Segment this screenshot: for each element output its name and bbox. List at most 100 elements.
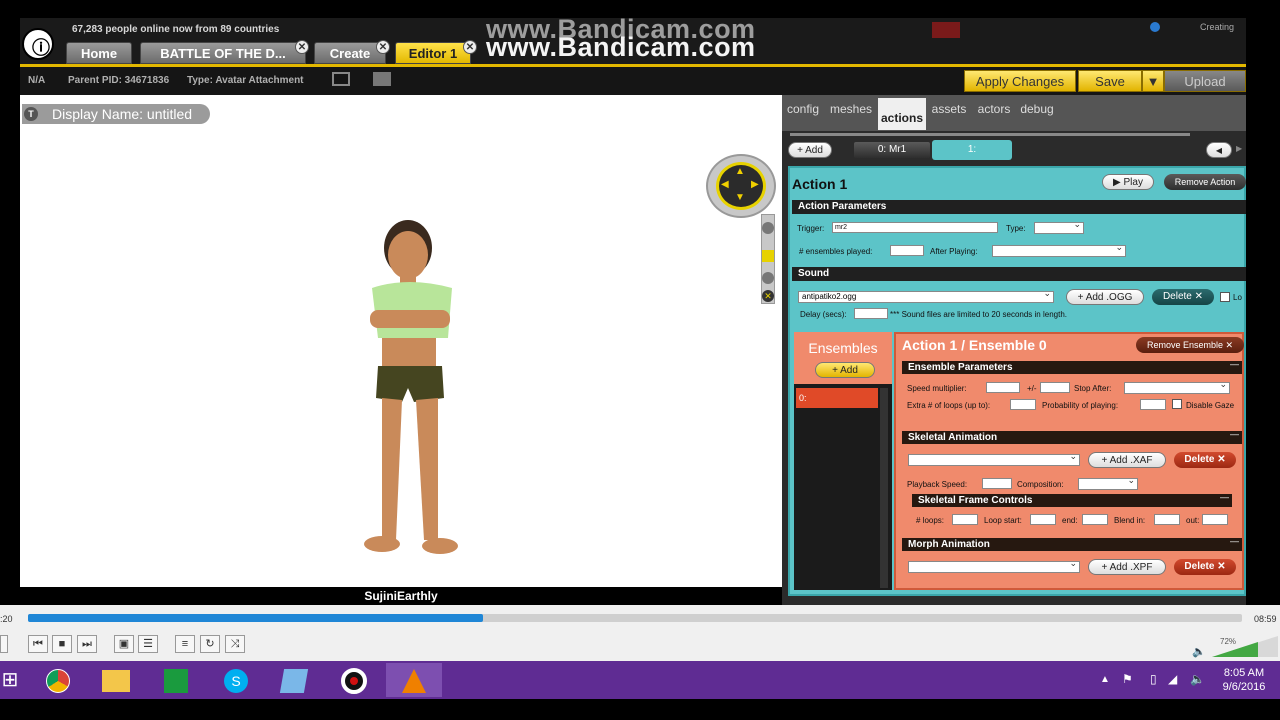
- camera-nav-control[interactable]: ▲ ▼ ◀ ▶ ✕: [706, 154, 776, 304]
- out-input[interactable]: [1202, 514, 1228, 525]
- volume-slider[interactable]: [1212, 636, 1278, 658]
- xpf-select[interactable]: [908, 558, 1080, 573]
- equalizer-icon[interactable]: ☰: [138, 635, 158, 653]
- action-tab-0[interactable]: 0: Mr1: [854, 142, 930, 158]
- collapse-icon[interactable]: —: [1220, 492, 1229, 502]
- collapse-icon[interactable]: —: [1230, 536, 1239, 546]
- collapse-icon[interactable]: —: [1230, 359, 1239, 369]
- add-action-button[interactable]: + Add: [788, 142, 832, 158]
- arrow-right-icon[interactable]: ▶: [751, 179, 759, 190]
- zoom-slider[interactable]: [762, 250, 774, 262]
- avatar-thumb[interactable]: [932, 22, 960, 38]
- previous-icon[interactable]: ⏮: [28, 635, 48, 653]
- loop-checkbox[interactable]: [1220, 292, 1230, 302]
- apply-changes-button[interactable]: Apply Changes: [964, 70, 1076, 92]
- zoom-out-icon[interactable]: [762, 272, 774, 284]
- tab-editor[interactable]: Editor 1: [395, 42, 471, 64]
- close-icon[interactable]: ✕: [295, 40, 309, 54]
- probability-input[interactable]: [1140, 399, 1166, 410]
- close-icon[interactable]: ✕: [463, 40, 477, 54]
- file-explorer-icon[interactable]: [88, 663, 144, 697]
- tab-home[interactable]: Home: [66, 42, 132, 64]
- reset-icon[interactable]: ✕: [762, 290, 774, 302]
- system-clock[interactable]: 8:05 AM 9/6/2016: [1214, 666, 1274, 694]
- loop-start-input[interactable]: [1030, 514, 1056, 525]
- after-playing-select[interactable]: [992, 242, 1126, 257]
- tab-actors[interactable]: actors: [974, 100, 1014, 126]
- plus-icon: +: [797, 145, 806, 156]
- remove-ensemble-button[interactable]: Remove Ensemble ✕: [1136, 337, 1244, 353]
- tab-debug[interactable]: debug: [1017, 100, 1057, 126]
- ensemble-item-0[interactable]: 0:: [796, 388, 878, 408]
- scroll-right-icon[interactable]: ▶: [1236, 144, 1242, 153]
- blend-in-input[interactable]: [1154, 514, 1180, 525]
- playlist-icon[interactable]: ≡: [175, 635, 195, 653]
- loops-input[interactable]: [952, 514, 978, 525]
- app-logo[interactable]: ⓘ: [22, 28, 54, 60]
- save-dropdown-icon[interactable]: ▼: [1142, 70, 1164, 92]
- stop-after-select[interactable]: [1124, 379, 1230, 394]
- skype-icon[interactable]: S: [208, 663, 264, 697]
- app-icon[interactable]: [266, 663, 322, 697]
- chrome-icon[interactable]: [30, 663, 86, 697]
- tab-config[interactable]: config: [784, 100, 822, 126]
- vlc-icon[interactable]: [386, 663, 442, 697]
- type-select[interactable]: [1034, 219, 1084, 234]
- flag-icon[interactable]: ⚑: [1122, 672, 1133, 686]
- panel-scrollbar[interactable]: [790, 133, 1190, 136]
- speaker-icon[interactable]: 🔈: [1192, 645, 1206, 658]
- collapse-icon[interactable]: —: [1230, 429, 1239, 439]
- battery-icon[interactable]: ▯: [1150, 672, 1157, 686]
- speed-variance-input[interactable]: [1040, 382, 1070, 393]
- shuffle-icon[interactable]: ⤨: [225, 635, 245, 653]
- remove-action-button[interactable]: Remove Action: [1164, 174, 1246, 190]
- arrow-down-icon[interactable]: ▼: [735, 192, 745, 203]
- add-xaf-button[interactable]: + Add .XAF: [1088, 452, 1166, 468]
- sound-file-select[interactable]: antipatiko2.ogg: [798, 288, 1054, 303]
- tab-actions[interactable]: actions: [878, 98, 926, 130]
- disable-gaze-checkbox[interactable]: [1172, 399, 1182, 409]
- delay-input[interactable]: [854, 308, 888, 319]
- extra-loops-input[interactable]: [1010, 399, 1036, 410]
- stop-icon[interactable]: ■: [52, 635, 72, 653]
- playback-speed-input[interactable]: [982, 478, 1012, 489]
- ensembles-played-input[interactable]: [890, 245, 924, 256]
- start-icon[interactable]: ⊞: [0, 663, 20, 697]
- close-icon[interactable]: ✕: [376, 40, 390, 54]
- action-tab-1[interactable]: 1:: [932, 140, 1012, 160]
- avatar-figure[interactable]: [330, 210, 470, 560]
- tab-assets[interactable]: assets: [928, 100, 970, 126]
- trigger-input[interactable]: mr2: [832, 222, 998, 233]
- show-hidden-icons[interactable]: ▲: [1100, 674, 1110, 685]
- tab-meshes[interactable]: meshes: [826, 100, 876, 126]
- scroll-left-icon[interactable]: ◀: [1206, 142, 1232, 158]
- delete-sound-button[interactable]: Delete ✕: [1152, 289, 1214, 305]
- folder-icon[interactable]: [373, 72, 391, 86]
- loop-icon[interactable]: ↻: [200, 635, 220, 653]
- zoom-in-icon[interactable]: [762, 222, 774, 234]
- play-button[interactable]: ▶ Play: [1102, 174, 1154, 190]
- store-icon[interactable]: [148, 663, 204, 697]
- delete-xpf-button[interactable]: Delete ✕: [1174, 559, 1236, 575]
- next-icon[interactable]: ⏭: [77, 635, 97, 653]
- volume-icon[interactable]: 🔈: [1190, 672, 1205, 686]
- speed-multiplier-input[interactable]: [986, 382, 1020, 393]
- fullscreen-icon[interactable]: ▣: [114, 635, 134, 653]
- arrow-left-icon[interactable]: ◀: [721, 179, 729, 190]
- play-pause-icon[interactable]: [0, 635, 8, 653]
- add-ensemble-button[interactable]: + Add: [815, 362, 875, 378]
- arrow-up-icon[interactable]: ▲: [735, 166, 745, 177]
- composition-select[interactable]: [1078, 475, 1138, 490]
- bandicam-icon[interactable]: [326, 663, 382, 697]
- window-icon[interactable]: [332, 72, 350, 86]
- end-input[interactable]: [1082, 514, 1108, 525]
- network-icon[interactable]: ◢: [1168, 672, 1177, 686]
- ensembles-scrollbar[interactable]: [880, 388, 888, 588]
- tab-battle[interactable]: BATTLE OF THE D...: [140, 42, 306, 64]
- save-button[interactable]: Save: [1078, 70, 1142, 92]
- add-xpf-button[interactable]: + Add .XPF: [1088, 559, 1166, 575]
- xaf-select[interactable]: [908, 451, 1080, 466]
- add-ogg-button[interactable]: + Add .OGG: [1066, 289, 1144, 305]
- delete-xaf-button[interactable]: Delete ✕: [1174, 452, 1236, 468]
- upload-button[interactable]: Upload: [1164, 70, 1246, 92]
